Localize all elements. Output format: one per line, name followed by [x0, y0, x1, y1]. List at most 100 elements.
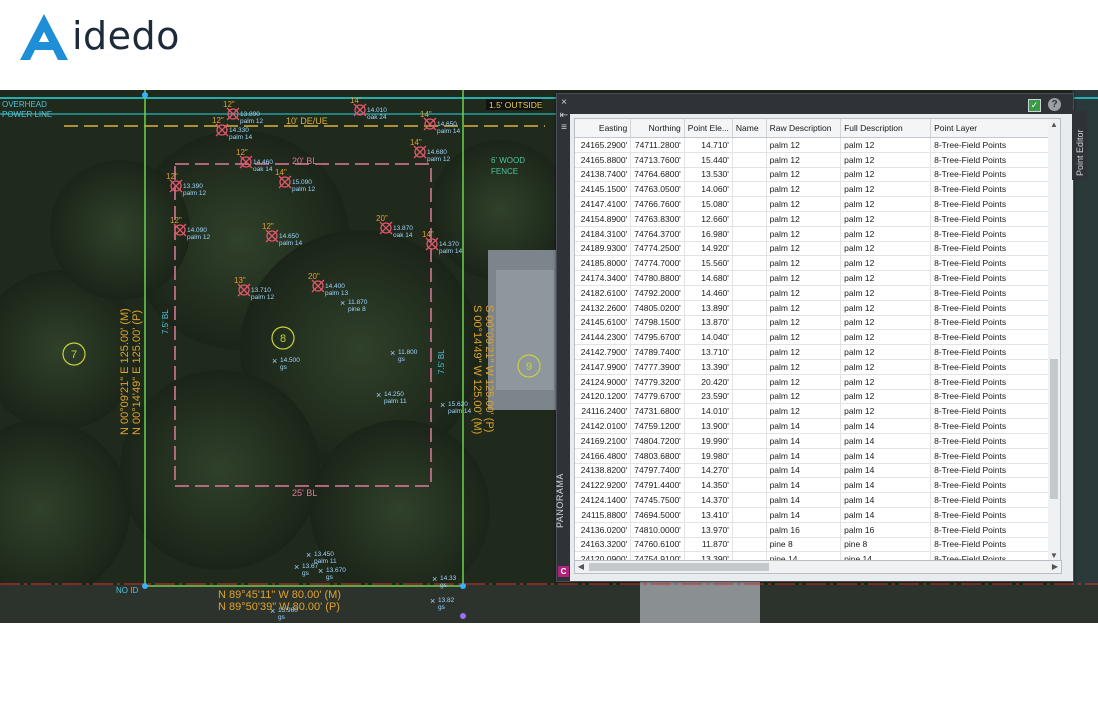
horizontal-scrollbar[interactable]: ◀ ▶: [574, 560, 1062, 574]
table-cell[interactable]: 74797.7400': [630, 463, 685, 479]
table-cell[interactable]: [732, 196, 767, 212]
table-cell[interactable]: 14.010': [684, 403, 733, 420]
table-row[interactable]: 24165.2900' 74711.2800' 14.710' palm 12 palm…: [575, 137, 1049, 153]
table-cell[interactable]: [732, 300, 767, 316]
col-header-full-description[interactable]: Full Description: [840, 119, 932, 138]
table-cell[interactable]: 24166.4800': [575, 448, 632, 464]
table-cell[interactable]: 74791.4400': [630, 477, 685, 494]
table-cell[interactable]: palm 12: [840, 270, 932, 286]
table-cell[interactable]: palm 12: [840, 152, 932, 168]
table-cell[interactable]: [732, 477, 767, 494]
table-cell[interactable]: palm 16: [840, 522, 932, 538]
table-row[interactable]: 24144.2300' 74795.6700' 14.040' palm 12 palm…: [575, 329, 1049, 346]
scroll-down-icon[interactable]: ▼: [1048, 551, 1060, 560]
table-cell[interactable]: palm 12: [840, 374, 932, 390]
table-cell[interactable]: [732, 241, 767, 257]
table-cell[interactable]: 74798.1500': [630, 315, 685, 331]
table-cell[interactable]: 24174.3400': [575, 270, 632, 286]
table-cell[interactable]: 74779.3200': [630, 374, 685, 390]
table-cell[interactable]: palm 12: [840, 241, 932, 257]
table-cell[interactable]: 74792.2000': [630, 285, 685, 301]
table-row[interactable]: 24124.9000' 74779.3200' 20.420' palm 12 palm…: [575, 374, 1049, 390]
table-cell[interactable]: 74766.7600': [630, 196, 685, 212]
table-cell[interactable]: palm 12: [766, 152, 842, 168]
scroll-left-icon[interactable]: ◀: [575, 562, 587, 571]
table-cell[interactable]: 13.890': [684, 300, 733, 316]
table-cell[interactable]: 24136.0200': [575, 522, 632, 538]
table-cell[interactable]: palm 12: [840, 137, 932, 153]
col-header-name[interactable]: Name: [732, 119, 767, 138]
table-cell[interactable]: palm 14: [766, 418, 842, 434]
table-cell[interactable]: palm 12: [840, 196, 932, 212]
table-cell[interactable]: pine 8: [766, 537, 842, 553]
table-cell[interactable]: 8-Tree-Field Points: [930, 226, 1049, 242]
table-cell[interactable]: palm 12: [840, 211, 932, 227]
table-cell[interactable]: pine 8: [840, 537, 932, 553]
table-cell[interactable]: palm 12: [766, 315, 842, 331]
help-icon[interactable]: ?: [1048, 98, 1061, 111]
table-cell[interactable]: 8-Tree-Field Points: [930, 389, 1049, 405]
table-cell[interactable]: [732, 255, 767, 272]
table-cell[interactable]: 15.560': [684, 255, 733, 272]
table-cell[interactable]: [732, 137, 767, 153]
table-cell[interactable]: [732, 344, 767, 360]
table-row[interactable]: 24184.3100' 74764.3700' 16.980' palm 12 palm…: [575, 226, 1049, 242]
table-cell[interactable]: 11.870': [684, 537, 733, 553]
table-cell[interactable]: palm 14: [840, 477, 932, 494]
table-cell[interactable]: palm 14: [840, 433, 932, 449]
table-cell[interactable]: 24154.8900': [575, 211, 632, 227]
table-cell[interactable]: palm 12: [766, 389, 842, 405]
scroll-up-icon[interactable]: ▲: [1048, 120, 1060, 129]
table-row[interactable]: 24189.9300' 74774.2500' 14.920' palm 12 palm…: [575, 241, 1049, 257]
table-row[interactable]: 24166.4800' 74803.6800' 19.980' palm 14 palm…: [575, 448, 1049, 464]
table-cell[interactable]: 14.370': [684, 492, 733, 508]
table-cell[interactable]: 12.660': [684, 211, 733, 227]
table-cell[interactable]: 74810.0000': [630, 522, 685, 538]
table-cell[interactable]: 74763.0500': [630, 181, 685, 198]
table-cell[interactable]: palm 12: [766, 196, 842, 212]
table-cell[interactable]: [732, 537, 767, 553]
table-cell[interactable]: 8-Tree-Field Points: [930, 477, 1049, 494]
table-cell[interactable]: palm 12: [766, 344, 842, 360]
table-cell[interactable]: 19.990': [684, 433, 733, 449]
table-cell[interactable]: 8-Tree-Field Points: [930, 315, 1049, 331]
table-cell[interactable]: 24138.8200': [575, 463, 632, 479]
table-cell[interactable]: 19.980': [684, 448, 733, 464]
table-cell[interactable]: 14.920': [684, 241, 733, 257]
table-cell[interactable]: 14.680': [684, 270, 733, 286]
table-cell[interactable]: 8-Tree-Field Points: [930, 507, 1049, 523]
table-cell[interactable]: 74789.7400': [630, 344, 685, 360]
table-cell[interactable]: 14.710': [684, 137, 733, 153]
table-cell[interactable]: palm 12: [840, 359, 932, 375]
table-cell[interactable]: [732, 522, 767, 538]
table-cell[interactable]: palm 12: [766, 270, 842, 286]
table-cell[interactable]: [732, 167, 767, 183]
table-cell[interactable]: 13.900': [684, 418, 733, 434]
table-cell[interactable]: palm 14: [766, 507, 842, 523]
table-cell[interactable]: 23.590': [684, 389, 733, 405]
table-cell[interactable]: 74760.6100': [630, 537, 685, 553]
table-row[interactable]: 24120.1200' 74779.6700' 23.590' palm 12 palm…: [575, 389, 1049, 405]
table-cell[interactable]: 24185.8000': [575, 255, 632, 272]
table-cell[interactable]: 24124.1400': [575, 492, 632, 508]
table-cell[interactable]: 74803.6800': [630, 448, 685, 464]
table-row[interactable]: 24142.7900' 74789.7400' 13.710' palm 12 palm…: [575, 344, 1049, 360]
table-cell[interactable]: 24132.2600': [575, 300, 632, 316]
table-cell[interactable]: [732, 315, 767, 331]
table-cell[interactable]: [732, 492, 767, 508]
table-cell[interactable]: palm 16: [766, 522, 842, 538]
table-cell[interactable]: palm 12: [766, 241, 842, 257]
table-cell[interactable]: 24165.8800': [575, 152, 632, 168]
table-cell[interactable]: palm 12: [840, 315, 932, 331]
vertical-scroll-thumb[interactable]: [1050, 359, 1058, 499]
table-cell[interactable]: palm 14: [766, 492, 842, 508]
table-cell[interactable]: palm 12: [766, 329, 842, 346]
table-row[interactable]: 24154.8900' 74763.8300' 12.660' palm 12 palm…: [575, 211, 1049, 227]
apply-check-icon[interactable]: ✓: [1028, 99, 1041, 112]
table-row[interactable]: 24124.1400' 74745.7500' 14.370' palm 14 palm…: [575, 492, 1049, 508]
table-cell[interactable]: 24116.2400': [575, 403, 632, 420]
table-cell[interactable]: 14.060': [684, 181, 733, 198]
table-cell[interactable]: [732, 181, 767, 198]
table-cell[interactable]: [732, 507, 767, 523]
table-cell[interactable]: 8-Tree-Field Points: [930, 448, 1049, 464]
